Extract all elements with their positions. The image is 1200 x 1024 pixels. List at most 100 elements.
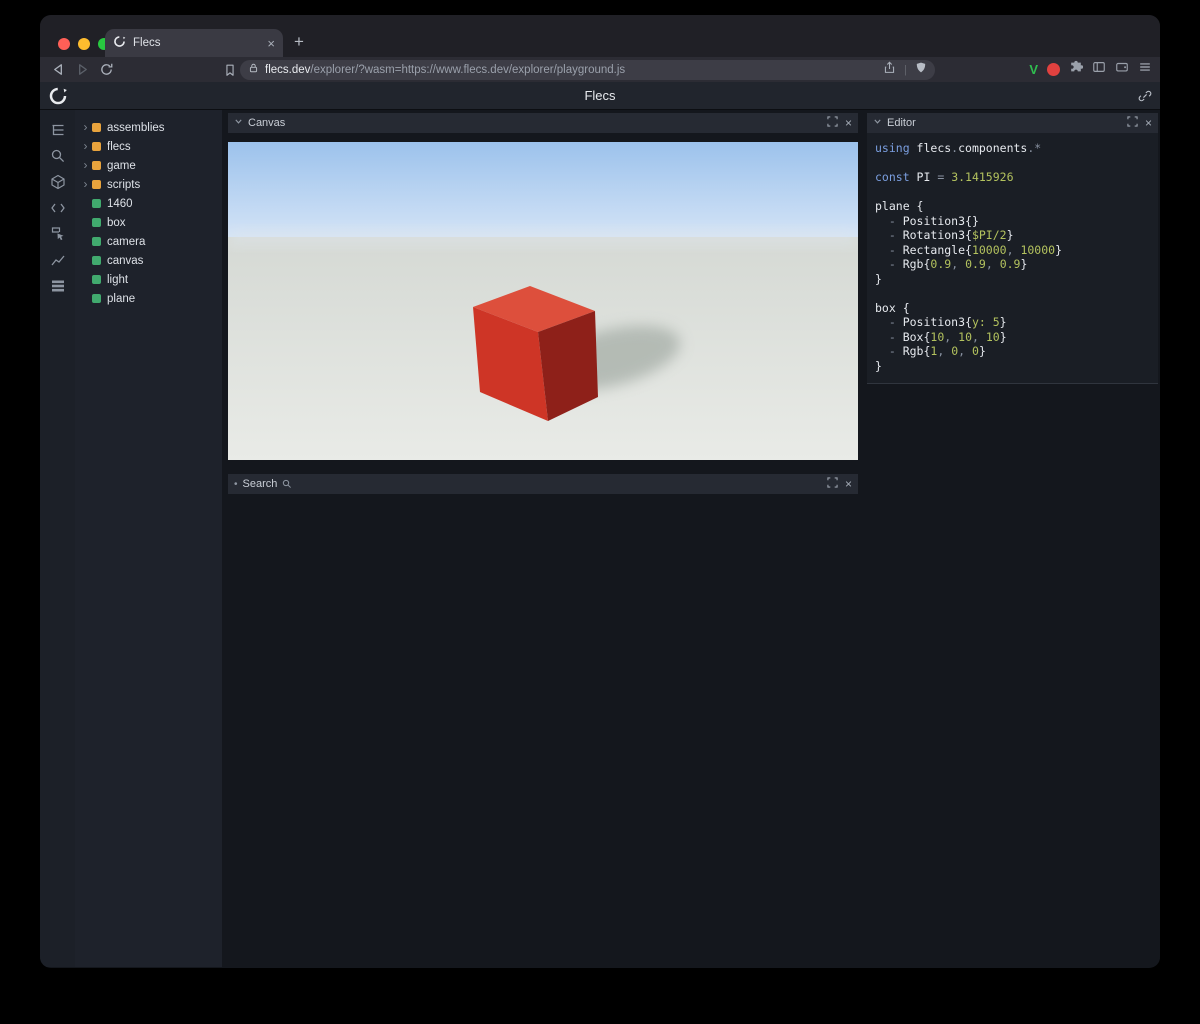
tree-item-label: scripts bbox=[107, 179, 140, 191]
window-minimize-button[interactable] bbox=[78, 38, 90, 50]
code-line bbox=[875, 185, 1150, 200]
tree-list: ›assemblies›flecs›game›scripts1460boxcam… bbox=[75, 110, 222, 967]
inspect-icon[interactable] bbox=[47, 226, 69, 242]
new-tab-button[interactable]: + bbox=[294, 32, 304, 52]
browser-tab[interactable]: Flecs × bbox=[105, 29, 283, 57]
entity-dot-icon bbox=[92, 218, 101, 227]
brave-shield-icon[interactable] bbox=[915, 61, 927, 79]
canvas-panel-header[interactable]: Canvas × bbox=[228, 113, 858, 133]
browser-tab-strip: Flecs × + bbox=[40, 15, 1160, 57]
page-title: Flecs bbox=[40, 88, 1160, 103]
tree-item-flecs[interactable]: › flecs bbox=[75, 137, 222, 156]
module-dot-icon bbox=[92, 180, 101, 189]
bookmark-icon[interactable] bbox=[218, 63, 242, 77]
search-panel: • Search × bbox=[228, 474, 858, 494]
editor-code[interactable]: using flecs.components.* const PI = 3.14… bbox=[867, 133, 1158, 383]
left-icon-strip bbox=[40, 110, 75, 967]
entities-cube-icon[interactable] bbox=[47, 174, 69, 190]
expand-chevron-icon[interactable]: › bbox=[80, 160, 91, 171]
tree-item-canvas[interactable]: canvas bbox=[75, 251, 222, 270]
vimium-extension-icon[interactable]: V bbox=[1029, 62, 1038, 77]
tree-item-label: canvas bbox=[107, 255, 143, 267]
tree-item-box[interactable]: box bbox=[75, 213, 222, 232]
close-panel-icon[interactable]: × bbox=[845, 479, 852, 489]
close-panel-icon[interactable]: × bbox=[1145, 118, 1152, 128]
code-line: box { bbox=[875, 301, 1150, 316]
tree-item-light[interactable]: light bbox=[75, 270, 222, 289]
browser-toolbar: flecs.dev/explorer/?wasm=https://www.fle… bbox=[40, 57, 1160, 82]
app-header: Flecs bbox=[40, 82, 1160, 110]
module-dot-icon bbox=[92, 161, 101, 170]
code-line: } bbox=[875, 359, 1150, 374]
expand-chevron-icon[interactable]: › bbox=[80, 141, 91, 152]
wallet-icon[interactable] bbox=[1115, 60, 1129, 79]
code-line: plane { bbox=[875, 199, 1150, 214]
entity-dot-icon bbox=[92, 275, 101, 284]
sky bbox=[228, 142, 858, 242]
url-text: flecs.dev/explorer/?wasm=https://www.fle… bbox=[265, 64, 877, 76]
url-host: flecs.dev bbox=[265, 64, 310, 76]
code-line bbox=[875, 286, 1150, 301]
forward-button[interactable] bbox=[70, 62, 94, 77]
code-icon[interactable] bbox=[47, 200, 69, 216]
expand-panel-icon[interactable] bbox=[827, 116, 838, 130]
tree-item-label: box bbox=[107, 217, 126, 229]
expand-chevron-icon[interactable]: › bbox=[80, 179, 91, 190]
3d-viewport[interactable] bbox=[228, 142, 858, 460]
expand-panel-icon[interactable] bbox=[827, 477, 838, 491]
tree-item-scripts[interactable]: › scripts bbox=[75, 175, 222, 194]
sidebar-toggle-icon[interactable] bbox=[1092, 60, 1106, 79]
code-line bbox=[875, 156, 1150, 171]
traffic-lights bbox=[58, 38, 110, 50]
collapsed-dot-icon[interactable]: • bbox=[234, 479, 238, 490]
tab-close-icon[interactable]: × bbox=[267, 36, 275, 51]
code-line: - Position3{y: 5} bbox=[875, 315, 1150, 330]
browser-menu-icon[interactable] bbox=[1138, 60, 1152, 79]
adblock-extension-icon[interactable] bbox=[1047, 63, 1060, 76]
stats-chart-icon[interactable] bbox=[47, 252, 69, 268]
editor-panel: Editor × using flecs.components.* const … bbox=[867, 113, 1158, 384]
tree-item-assemblies[interactable]: › assemblies bbox=[75, 118, 222, 137]
extension-icons: V bbox=[1029, 57, 1152, 82]
expand-chevron-icon[interactable]: › bbox=[80, 122, 91, 133]
code-line: } bbox=[875, 272, 1150, 287]
chevron-down-icon[interactable] bbox=[234, 117, 243, 129]
canvas-panel: Canvas × bbox=[228, 113, 858, 460]
flecs-favicon-icon bbox=[113, 35, 126, 51]
search-panel-title: Search bbox=[243, 478, 278, 490]
tree-item-1460[interactable]: 1460 bbox=[75, 194, 222, 213]
module-dot-icon bbox=[92, 142, 101, 151]
entity-tree-icon[interactable] bbox=[47, 122, 69, 138]
tree-item-camera[interactable]: camera bbox=[75, 232, 222, 251]
tab-title: Flecs bbox=[133, 37, 160, 49]
search-icon[interactable] bbox=[47, 148, 69, 164]
editor-panel-title: Editor bbox=[887, 117, 1122, 129]
tree-item-label: light bbox=[107, 274, 128, 286]
code-line: - Rectangle{10000, 10000} bbox=[875, 243, 1150, 258]
entity-dot-icon bbox=[92, 199, 101, 208]
expand-panel-icon[interactable] bbox=[1127, 116, 1138, 130]
editor-panel-header[interactable]: Editor × bbox=[867, 113, 1158, 133]
search-panel-header[interactable]: • Search × bbox=[228, 474, 858, 494]
tree-item-label: camera bbox=[107, 236, 145, 248]
close-panel-icon[interactable]: × bbox=[845, 118, 852, 128]
share-icon[interactable] bbox=[883, 61, 896, 79]
share-link-icon[interactable] bbox=[1138, 89, 1152, 108]
url-bar[interactable]: flecs.dev/explorer/?wasm=https://www.fle… bbox=[240, 60, 935, 80]
back-button[interactable] bbox=[46, 62, 70, 77]
extensions-puzzle-icon[interactable] bbox=[1069, 60, 1083, 79]
chevron-down-icon[interactable] bbox=[873, 117, 882, 129]
tree-item-game[interactable]: ›game bbox=[75, 156, 222, 175]
code-line: - Rgb{1, 0, 0} bbox=[875, 344, 1150, 359]
reload-button[interactable] bbox=[94, 62, 118, 77]
tree-item-label: flecs bbox=[107, 141, 131, 153]
canvas-panel-title: Canvas bbox=[248, 117, 822, 129]
lock-icon bbox=[248, 61, 259, 79]
queries-list-icon[interactable] bbox=[47, 278, 69, 294]
tree-item-label: assemblies bbox=[107, 122, 165, 134]
urlbar-divider: | bbox=[902, 64, 909, 76]
entity-dot-icon bbox=[92, 294, 101, 303]
browser-window: Flecs × + flecs.dev/explorer/?wasm=https… bbox=[40, 15, 1160, 968]
tree-item-plane[interactable]: plane bbox=[75, 289, 222, 308]
window-close-button[interactable] bbox=[58, 38, 70, 50]
